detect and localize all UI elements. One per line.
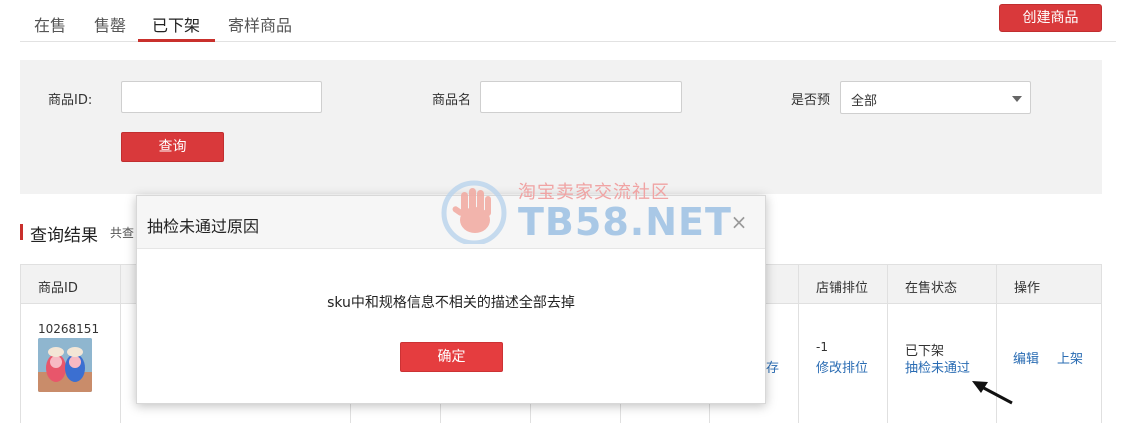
active-tab-indicator bbox=[138, 39, 215, 42]
product-thumbnail[interactable] bbox=[38, 338, 92, 392]
column-divider bbox=[887, 264, 888, 423]
tab-on-sale[interactable]: 在售 bbox=[34, 12, 66, 36]
chevron-down-icon bbox=[1012, 96, 1022, 102]
col-actions: 操作 bbox=[1014, 281, 1041, 296]
product-name-label: 商品名 bbox=[432, 93, 472, 108]
shelve-link[interactable]: 上架 bbox=[1057, 348, 1083, 367]
create-product-button[interactable]: 创建商品 bbox=[999, 4, 1102, 32]
tab-delisted[interactable]: 已下架 bbox=[152, 12, 200, 36]
product-id-value: 10268151 bbox=[38, 322, 100, 336]
product-id-label: 商品ID: bbox=[48, 93, 93, 108]
edit-link[interactable]: 编辑 bbox=[1013, 348, 1039, 367]
annotation-arrow-icon bbox=[972, 381, 1013, 405]
results-title: 查询结果 bbox=[30, 226, 98, 246]
dialog-message: sku中和规格信息不相关的描述全部去掉 bbox=[327, 295, 575, 311]
tab-bar: 在售 售罄 已下架 寄样商品 bbox=[20, 0, 1116, 42]
preorder-label: 是否预 bbox=[791, 93, 831, 108]
preorder-select-value: 全部 bbox=[851, 94, 878, 109]
results-heading-accent bbox=[20, 224, 23, 240]
column-divider bbox=[798, 264, 799, 423]
dialog-title: 抽检未通过原因 bbox=[147, 217, 260, 236]
tab-sample-products[interactable]: 寄样商品 bbox=[228, 12, 292, 36]
filter-panel: 商品ID: 商品名 是否预 全部 查询 bbox=[20, 60, 1102, 194]
column-divider bbox=[120, 264, 121, 423]
edit-rank-link[interactable]: 修改排位 bbox=[816, 357, 868, 376]
dialog-header: 抽检未通过原因 × bbox=[137, 196, 765, 249]
inspection-failed-link[interactable]: 抽检未通过 bbox=[905, 357, 970, 376]
col-status: 在售状态 bbox=[905, 281, 958, 296]
close-icon[interactable]: × bbox=[729, 210, 749, 234]
col-product-id: 商品ID bbox=[38, 281, 78, 296]
results-count: 共查 bbox=[110, 226, 135, 240]
rank-value: -1 bbox=[816, 340, 828, 354]
inspection-reason-dialog: 抽检未通过原因 × sku中和规格信息不相关的描述全部去掉 确定 bbox=[136, 195, 766, 404]
stock-link[interactable]: 存 bbox=[766, 357, 779, 376]
col-store-rank: 店铺排位 bbox=[816, 281, 869, 296]
confirm-button[interactable]: 确定 bbox=[400, 342, 503, 372]
tab-sold-out[interactable]: 售罄 bbox=[94, 12, 126, 36]
product-id-input[interactable] bbox=[121, 81, 322, 113]
product-name-input[interactable] bbox=[480, 81, 682, 113]
query-button[interactable]: 查询 bbox=[121, 132, 224, 162]
preorder-select[interactable]: 全部 bbox=[840, 81, 1031, 114]
